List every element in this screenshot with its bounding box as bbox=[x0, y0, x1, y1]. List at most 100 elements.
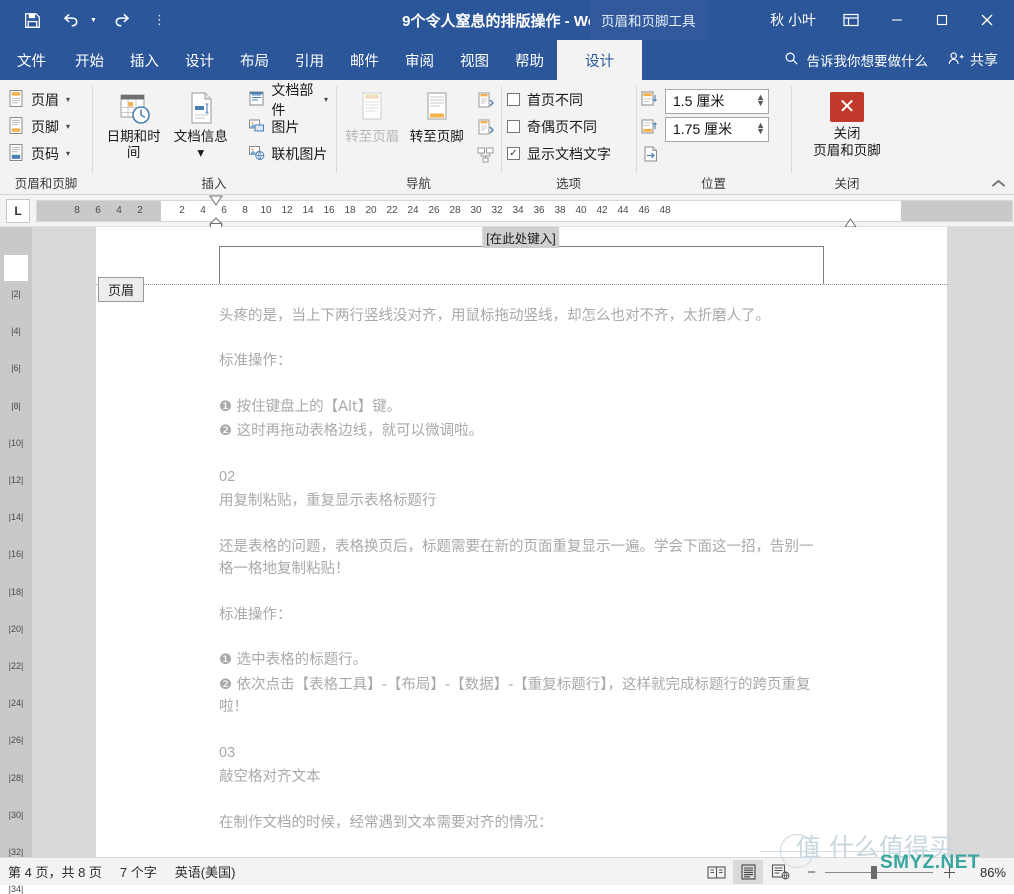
vertical-ruler-tick: |22| bbox=[0, 661, 32, 671]
first-line-indent-marker[interactable] bbox=[209, 195, 223, 206]
document-scroll-area[interactable]: [在此处键入] 页眉 头疼的是，当上下两行竖线没对齐，用鼠标拖动竖线，却怎么也对… bbox=[32, 227, 1014, 857]
share-person-icon bbox=[948, 51, 964, 69]
insert-alignment-tab-icon[interactable] bbox=[642, 151, 661, 168]
save-button[interactable] bbox=[20, 8, 44, 32]
vertical-ruler-tick: |20| bbox=[0, 624, 32, 634]
different-odd-even-checkbox-row[interactable]: 奇偶页不同 bbox=[501, 113, 603, 140]
language-indicator[interactable]: 英语(美国) bbox=[175, 862, 236, 881]
maximize-button[interactable] bbox=[919, 0, 964, 40]
picture-button[interactable]: 图片 bbox=[240, 113, 336, 140]
online-picture-button[interactable]: 联机图片 bbox=[240, 140, 336, 167]
previous-section-icon[interactable] bbox=[472, 88, 498, 113]
vertical-ruler-tick: |2| bbox=[0, 289, 32, 299]
different-first-page-checkbox-row[interactable]: 首页不同 bbox=[501, 86, 589, 113]
web-layout-icon[interactable] bbox=[765, 860, 795, 884]
spinner-arrows-icon[interactable]: ▲▼ bbox=[756, 123, 765, 134]
goto-footer-button[interactable]: 转至页脚 bbox=[405, 84, 470, 145]
tab-view[interactable]: 视图 bbox=[447, 40, 502, 80]
chevron-down-icon[interactable]: ▾ bbox=[66, 122, 70, 131]
ruler-tick-left: 6 bbox=[95, 205, 101, 216]
redo-button[interactable] bbox=[111, 8, 135, 32]
footer-button[interactable]: 页脚 ▾ bbox=[0, 113, 78, 140]
footer-from-bottom-icon bbox=[640, 118, 659, 141]
chevron-down-icon[interactable]: ▾ bbox=[324, 95, 328, 104]
right-indent-marker[interactable] bbox=[844, 218, 857, 228]
link-to-previous-icon[interactable] bbox=[472, 142, 498, 167]
zoom-out-button[interactable]: − bbox=[807, 864, 816, 881]
picture-icon bbox=[248, 117, 265, 137]
tab-layout[interactable]: 布局 bbox=[227, 40, 282, 80]
close-header-footer-button[interactable]: ✕ 关闭 页眉和页脚 bbox=[799, 90, 895, 160]
vertical-ruler-tick: |16| bbox=[0, 549, 32, 559]
goto-footer-label: 转至页脚 bbox=[410, 129, 464, 145]
close-button[interactable] bbox=[964, 0, 1010, 40]
tab-file[interactable]: 文件 bbox=[0, 40, 62, 80]
tab-stop-selector[interactable]: L bbox=[6, 199, 30, 223]
tab-insert[interactable]: 插入 bbox=[117, 40, 172, 80]
ruler-tick: 22 bbox=[386, 205, 397, 216]
zoom-level-label[interactable]: 86% bbox=[966, 865, 1006, 880]
vertical-ruler[interactable]: |2||4||6||8||10||12||14||16||18||20||22|… bbox=[0, 227, 32, 857]
zoom-slider[interactable] bbox=[825, 864, 933, 880]
vertical-ruler-tick: |18| bbox=[0, 587, 32, 597]
print-layout-icon[interactable] bbox=[733, 860, 763, 884]
spinner-arrows-icon[interactable]: ▲▼ bbox=[756, 95, 765, 106]
vertical-ruler-tick: |4| bbox=[0, 326, 32, 336]
ruler-tick-right: 42 bbox=[596, 205, 607, 216]
minimize-button[interactable] bbox=[874, 0, 919, 40]
header-table-left-edge bbox=[219, 246, 220, 284]
ribbon-display-options-icon[interactable] bbox=[828, 0, 874, 40]
header-button[interactable]: 页眉 ▾ bbox=[0, 86, 78, 113]
customize-qat-button[interactable]: ⋮ bbox=[153, 12, 166, 28]
document-body[interactable]: 头疼的是，当上下两行竖线没对齐，用鼠标拖动竖线，却怎么也对不齐，太折磨人了。 标… bbox=[96, 293, 947, 834]
tab-review[interactable]: 审阅 bbox=[392, 40, 447, 80]
document-page[interactable]: [在此处键入] 页眉 头疼的是，当上下两行竖线没对齐，用鼠标拖动竖线，却怎么也对… bbox=[96, 227, 947, 857]
date-time-button[interactable]: 日期和时间 bbox=[100, 84, 167, 160]
account-name[interactable]: 秋 小叶 bbox=[758, 10, 828, 30]
document-info-label: 文档信息 bbox=[174, 129, 228, 145]
undo-button[interactable] bbox=[58, 8, 82, 32]
vertical-ruler-tick: |12| bbox=[0, 475, 32, 485]
checkbox-checked-icon[interactable]: ✓ bbox=[507, 147, 520, 160]
ruler-tick: 16 bbox=[323, 205, 334, 216]
checkbox-unchecked-icon[interactable] bbox=[507, 120, 520, 133]
next-section-icon[interactable] bbox=[472, 115, 498, 140]
horizontal-ruler[interactable]: 8642246810121416182022242628303234363840… bbox=[36, 200, 1013, 222]
read-mode-icon[interactable] bbox=[701, 860, 731, 884]
page-indicator[interactable]: 第 4 页，共 8 页 bbox=[8, 862, 102, 881]
quick-parts-button[interactable]: 文档部件 ▾ bbox=[240, 86, 336, 113]
share-button[interactable]: 共享 bbox=[948, 50, 1014, 70]
ribbon-group-title-close: 关闭 bbox=[791, 178, 903, 196]
undo-dropdown-caret[interactable]: ▼ bbox=[90, 17, 97, 24]
chevron-up-icon[interactable] bbox=[991, 175, 1006, 191]
tell-me-search[interactable]: 告诉我你想要做什么 bbox=[784, 50, 949, 70]
tab-header-footer-design[interactable]: 设计 bbox=[557, 40, 642, 80]
chevron-down-icon[interactable]: ▾ bbox=[66, 149, 70, 158]
header-placeholder-text[interactable]: [在此处键入] bbox=[482, 227, 559, 248]
tab-mailings[interactable]: 邮件 bbox=[337, 40, 392, 80]
checkbox-unchecked-icon[interactable] bbox=[507, 93, 520, 106]
page-number-button[interactable]: 页码 ▾ bbox=[0, 140, 78, 167]
zoom-slider-thumb[interactable] bbox=[871, 866, 877, 879]
paragraph: 在制作文档的时候，经常遇到文本需要对齐的情况： bbox=[219, 812, 824, 834]
ribbon-group-insert: 日期和时间 文档信息 ▾ bbox=[92, 80, 336, 195]
tab-help[interactable]: 帮助 bbox=[502, 40, 557, 80]
ruler-tick-left: 8 bbox=[74, 205, 80, 216]
document-info-button[interactable]: 文档信息 ▾ bbox=[167, 84, 234, 160]
zoom-in-button[interactable]: ＋ bbox=[942, 862, 957, 883]
word-count[interactable]: 7 个字 bbox=[120, 862, 157, 881]
header-from-top-input[interactable]: 1.5 厘米 ▲▼ bbox=[665, 89, 769, 114]
goto-header-button[interactable]: 转至页眉 bbox=[340, 84, 405, 145]
chevron-down-icon[interactable]: ▾ bbox=[66, 95, 70, 104]
show-document-text-checkbox-row[interactable]: ✓ 显示文档文字 bbox=[501, 140, 617, 167]
tab-home[interactable]: 开始 bbox=[62, 40, 117, 80]
title-bar-right: 秋 小叶 bbox=[758, 0, 1014, 40]
chevron-down-icon[interactable]: ▾ bbox=[197, 145, 204, 161]
vertical-ruler-tick: |28| bbox=[0, 773, 32, 783]
ribbon-group-title-header-footer: 页眉和页脚 bbox=[0, 178, 92, 196]
footer-from-bottom-input[interactable]: 1.75 厘米 ▲▼ bbox=[665, 117, 769, 142]
tab-references[interactable]: 引用 bbox=[282, 40, 337, 80]
page-header-area[interactable]: [在此处键入] 页眉 bbox=[96, 227, 947, 293]
tab-design[interactable]: 设计 bbox=[172, 40, 227, 80]
header-position-row: 1.5 厘米 ▲▼ bbox=[636, 87, 769, 115]
